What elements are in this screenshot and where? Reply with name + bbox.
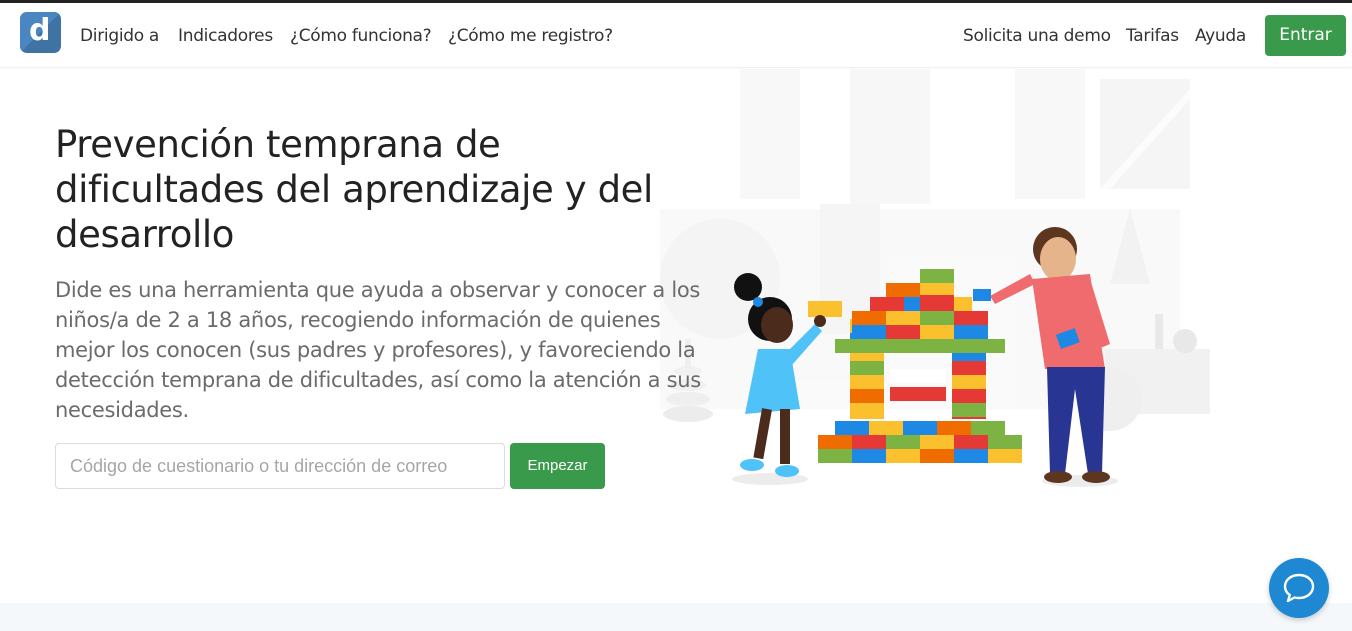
hero-description: Dide es una herramienta que ayuda a obse… [55,278,701,422]
nav-link-dirigido-a[interactable]: Dirigido a [80,26,159,46]
nav-link-ayuda[interactable]: Ayuda [1195,26,1246,46]
chat-bubble-icon [1283,573,1315,603]
nav-link-tarifas[interactable]: Tarifas [1126,26,1179,46]
hero-title: Prevención temprana de dificultades del … [55,123,653,256]
chat-widget-button[interactable] [1269,558,1329,618]
nav-link-indicadores[interactable]: Indicadores [178,26,273,46]
nav-link-como-funciona[interactable]: ¿Cómo funciona? [290,26,432,46]
enter-button[interactable]: Entrar [1265,15,1346,56]
start-button[interactable]: Empezar [510,443,605,489]
questionnaire-code-input[interactable] [55,443,505,489]
top-navbar: d Dirigido a Indicadores ¿Cómo funciona?… [0,3,1352,68]
logo-letter: d [29,13,51,48]
next-section-band [0,603,1352,631]
nav-link-solicita-demo[interactable]: Solicita una demo [963,26,1111,46]
dide-logo[interactable]: d [20,12,61,53]
nav-link-como-me-registro[interactable]: ¿Cómo me registro? [448,26,613,46]
kids-building-blocks-illustration [660,69,1210,487]
